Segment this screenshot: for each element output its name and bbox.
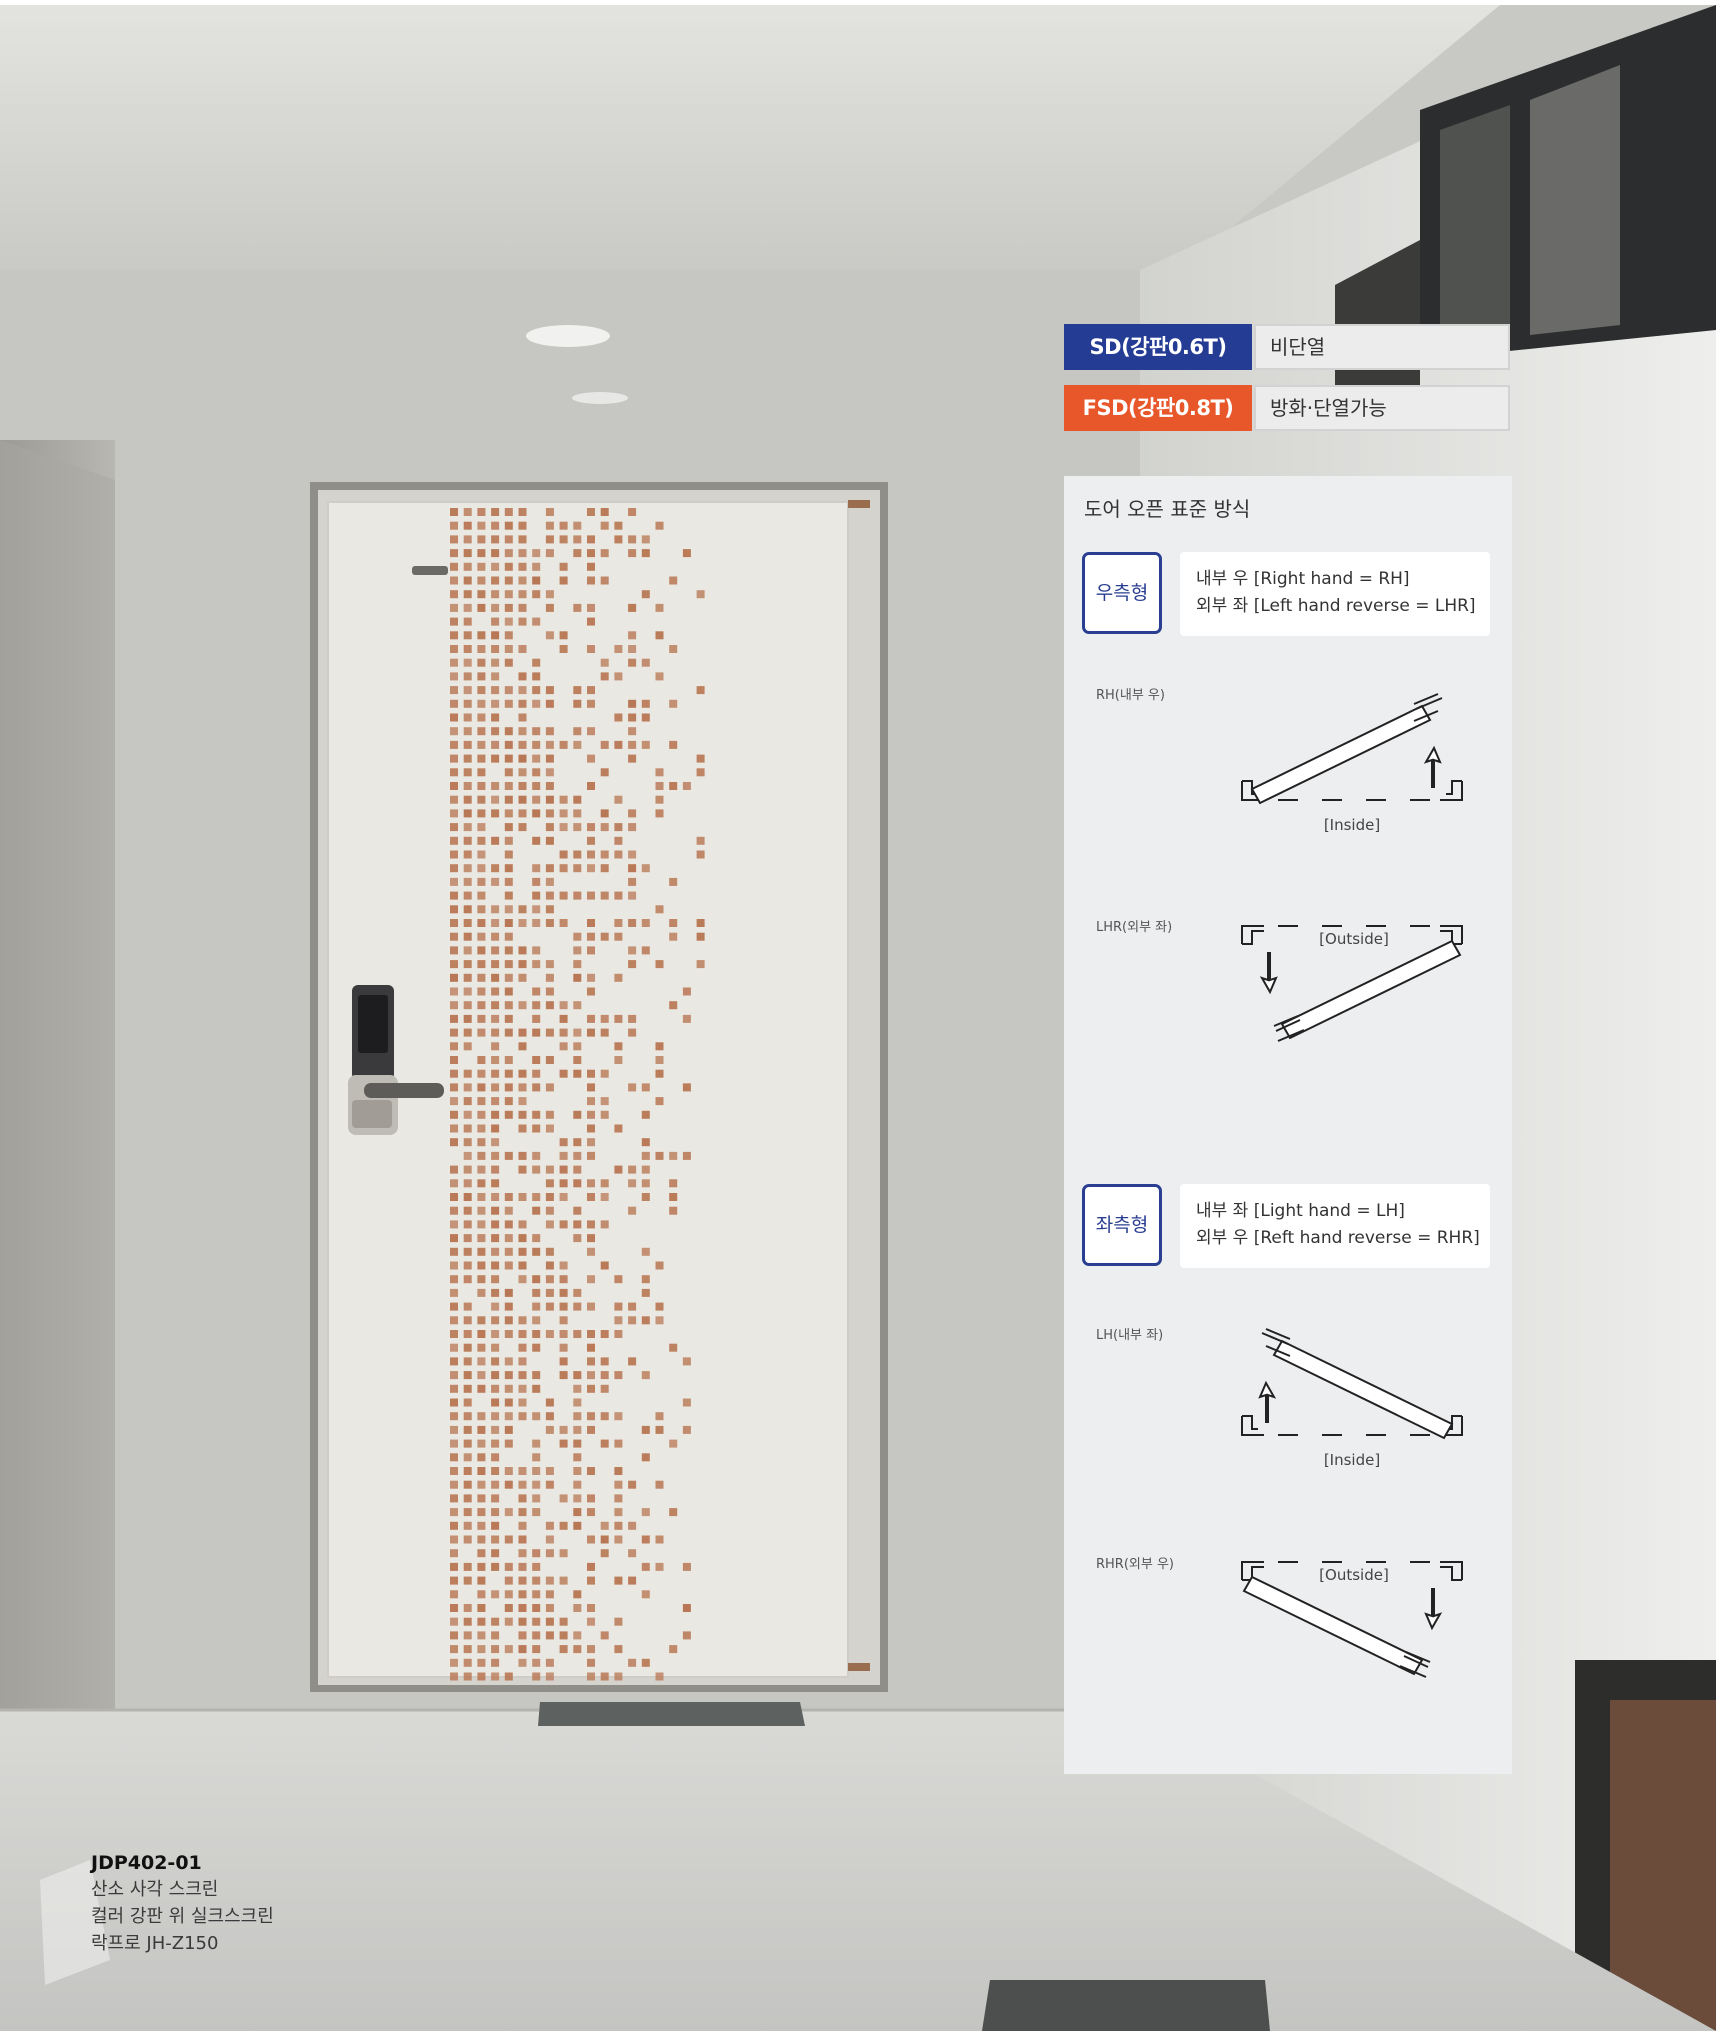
type-badge-left: 좌측형 xyxy=(1082,1184,1162,1266)
spec-tag-code: FSD(강판0.8T) xyxy=(1064,385,1252,431)
diagram-caption: [Outside] xyxy=(1319,1566,1389,1584)
diagram-caption: [Inside] xyxy=(1324,816,1380,834)
caption-line: 락프로 JH-Z150 xyxy=(91,1933,219,1954)
lh-swing-diagram: [Inside] xyxy=(1241,1328,1463,1469)
panel-title: 도어 오픈 표준 방식 xyxy=(1084,497,1251,521)
type-desc-line: 내부 좌 [Light hand = LH] xyxy=(1196,1201,1405,1221)
caption-line: 컬러 강판 위 실크스크린 xyxy=(91,1906,274,1927)
diagram-label-lh: LH(내부 좌) xyxy=(1096,1328,1164,1343)
type-badge-right: 우측형 xyxy=(1082,552,1162,634)
spec-tag-desc: 비단열 xyxy=(1254,324,1510,370)
rhr-swing-diagram: [Outside] xyxy=(1241,1561,1463,1678)
type-desc-left: 내부 좌 [Light hand = LH] 외부 우 [Reft hand r… xyxy=(1180,1184,1490,1268)
type-desc-right: 내부 우 [Right hand = RH] 외부 좌 [Left hand r… xyxy=(1180,552,1490,636)
diagram-label-rhr: RHR(외부 우) xyxy=(1096,1557,1174,1572)
lhr-swing-diagram: [Outside] xyxy=(1241,925,1463,1042)
diagram-label-rh: RH(내부 우) xyxy=(1096,688,1165,703)
spec-tag-code: SD(강판0.6T) xyxy=(1064,324,1252,370)
diagram-label-lhr: LHR(외부 좌) xyxy=(1096,920,1173,935)
spec-tag-fsd: FSD(강판0.8T) 방화·단열가능 xyxy=(1064,385,1512,431)
diagram-caption: [Inside] xyxy=(1324,1451,1380,1469)
product-code: JDP402-01 xyxy=(91,1852,202,1874)
product-caption: JDP402-01 산소 사각 스크린 컬러 강판 위 실크스크린 락프로 JH… xyxy=(91,1850,274,1957)
door-open-standard-panel: 도어 오픈 표준 방식 우측형 내부 우 [Right hand = RH] 외… xyxy=(1064,476,1512,1774)
caption-line: 산소 사각 스크린 xyxy=(91,1879,219,1900)
type-desc-line: 내부 우 [Right hand = RH] xyxy=(1196,569,1410,589)
type-desc-line: 외부 좌 [Left hand reverse = LHR] xyxy=(1196,596,1476,616)
type-desc-line: 외부 우 [Reft hand reverse = RHR] xyxy=(1196,1228,1480,1248)
diagram-caption: [Outside] xyxy=(1319,930,1389,948)
spec-tag-sd: SD(강판0.6T) 비단열 xyxy=(1064,324,1512,370)
spec-tag-desc: 방화·단열가능 xyxy=(1254,385,1510,431)
rh-swing-diagram: [Inside] xyxy=(1241,693,1463,834)
